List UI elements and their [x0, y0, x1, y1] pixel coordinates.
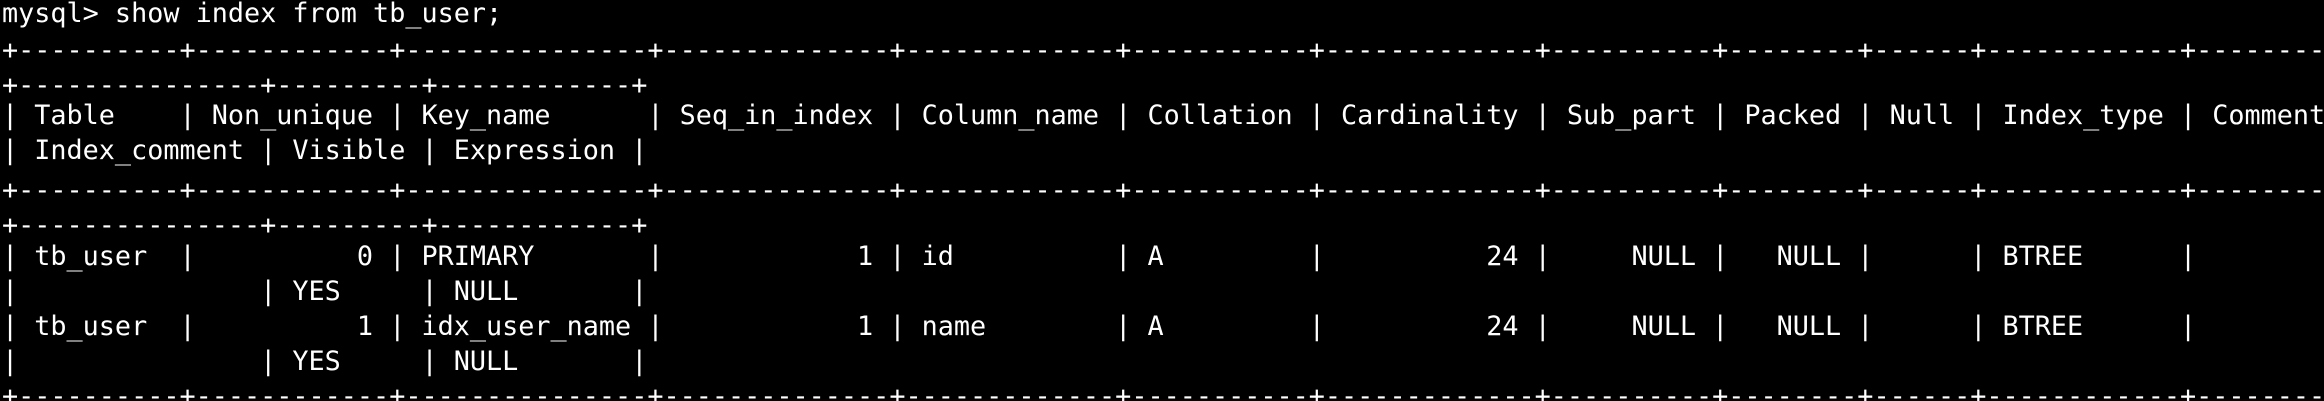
- table-row: | tb_user | 0 | PRIMARY | 1 | id | A | 2…: [2, 241, 2197, 272]
- table-row-wrap: | | YES | NULL |: [2, 276, 648, 307]
- table-row-wrap: | | YES | NULL |: [2, 346, 648, 377]
- terminal-window[interactable]: mysql> show index from tb_user; +-------…: [0, 0, 2324, 401]
- table-border-bottom: +----------+------------+---------------…: [2, 381, 2324, 401]
- command-prompt-line: mysql> show index from tb_user;: [2, 0, 503, 29]
- table-row: | tb_user | 1 | idx_user_name | 1 | name…: [2, 311, 2197, 342]
- table-border-header: +----------+------------+---------------…: [2, 175, 2324, 206]
- table-header-row: | Table | Non_unique | Key_name | Seq_in…: [2, 100, 2324, 131]
- table-border-top: +----------+------------+---------------…: [2, 35, 2324, 66]
- table-header-row-wrap: | Index_comment | Visible | Expression |: [2, 135, 648, 166]
- table-border-header-wrap: +---------------+---------+------------+: [2, 210, 648, 241]
